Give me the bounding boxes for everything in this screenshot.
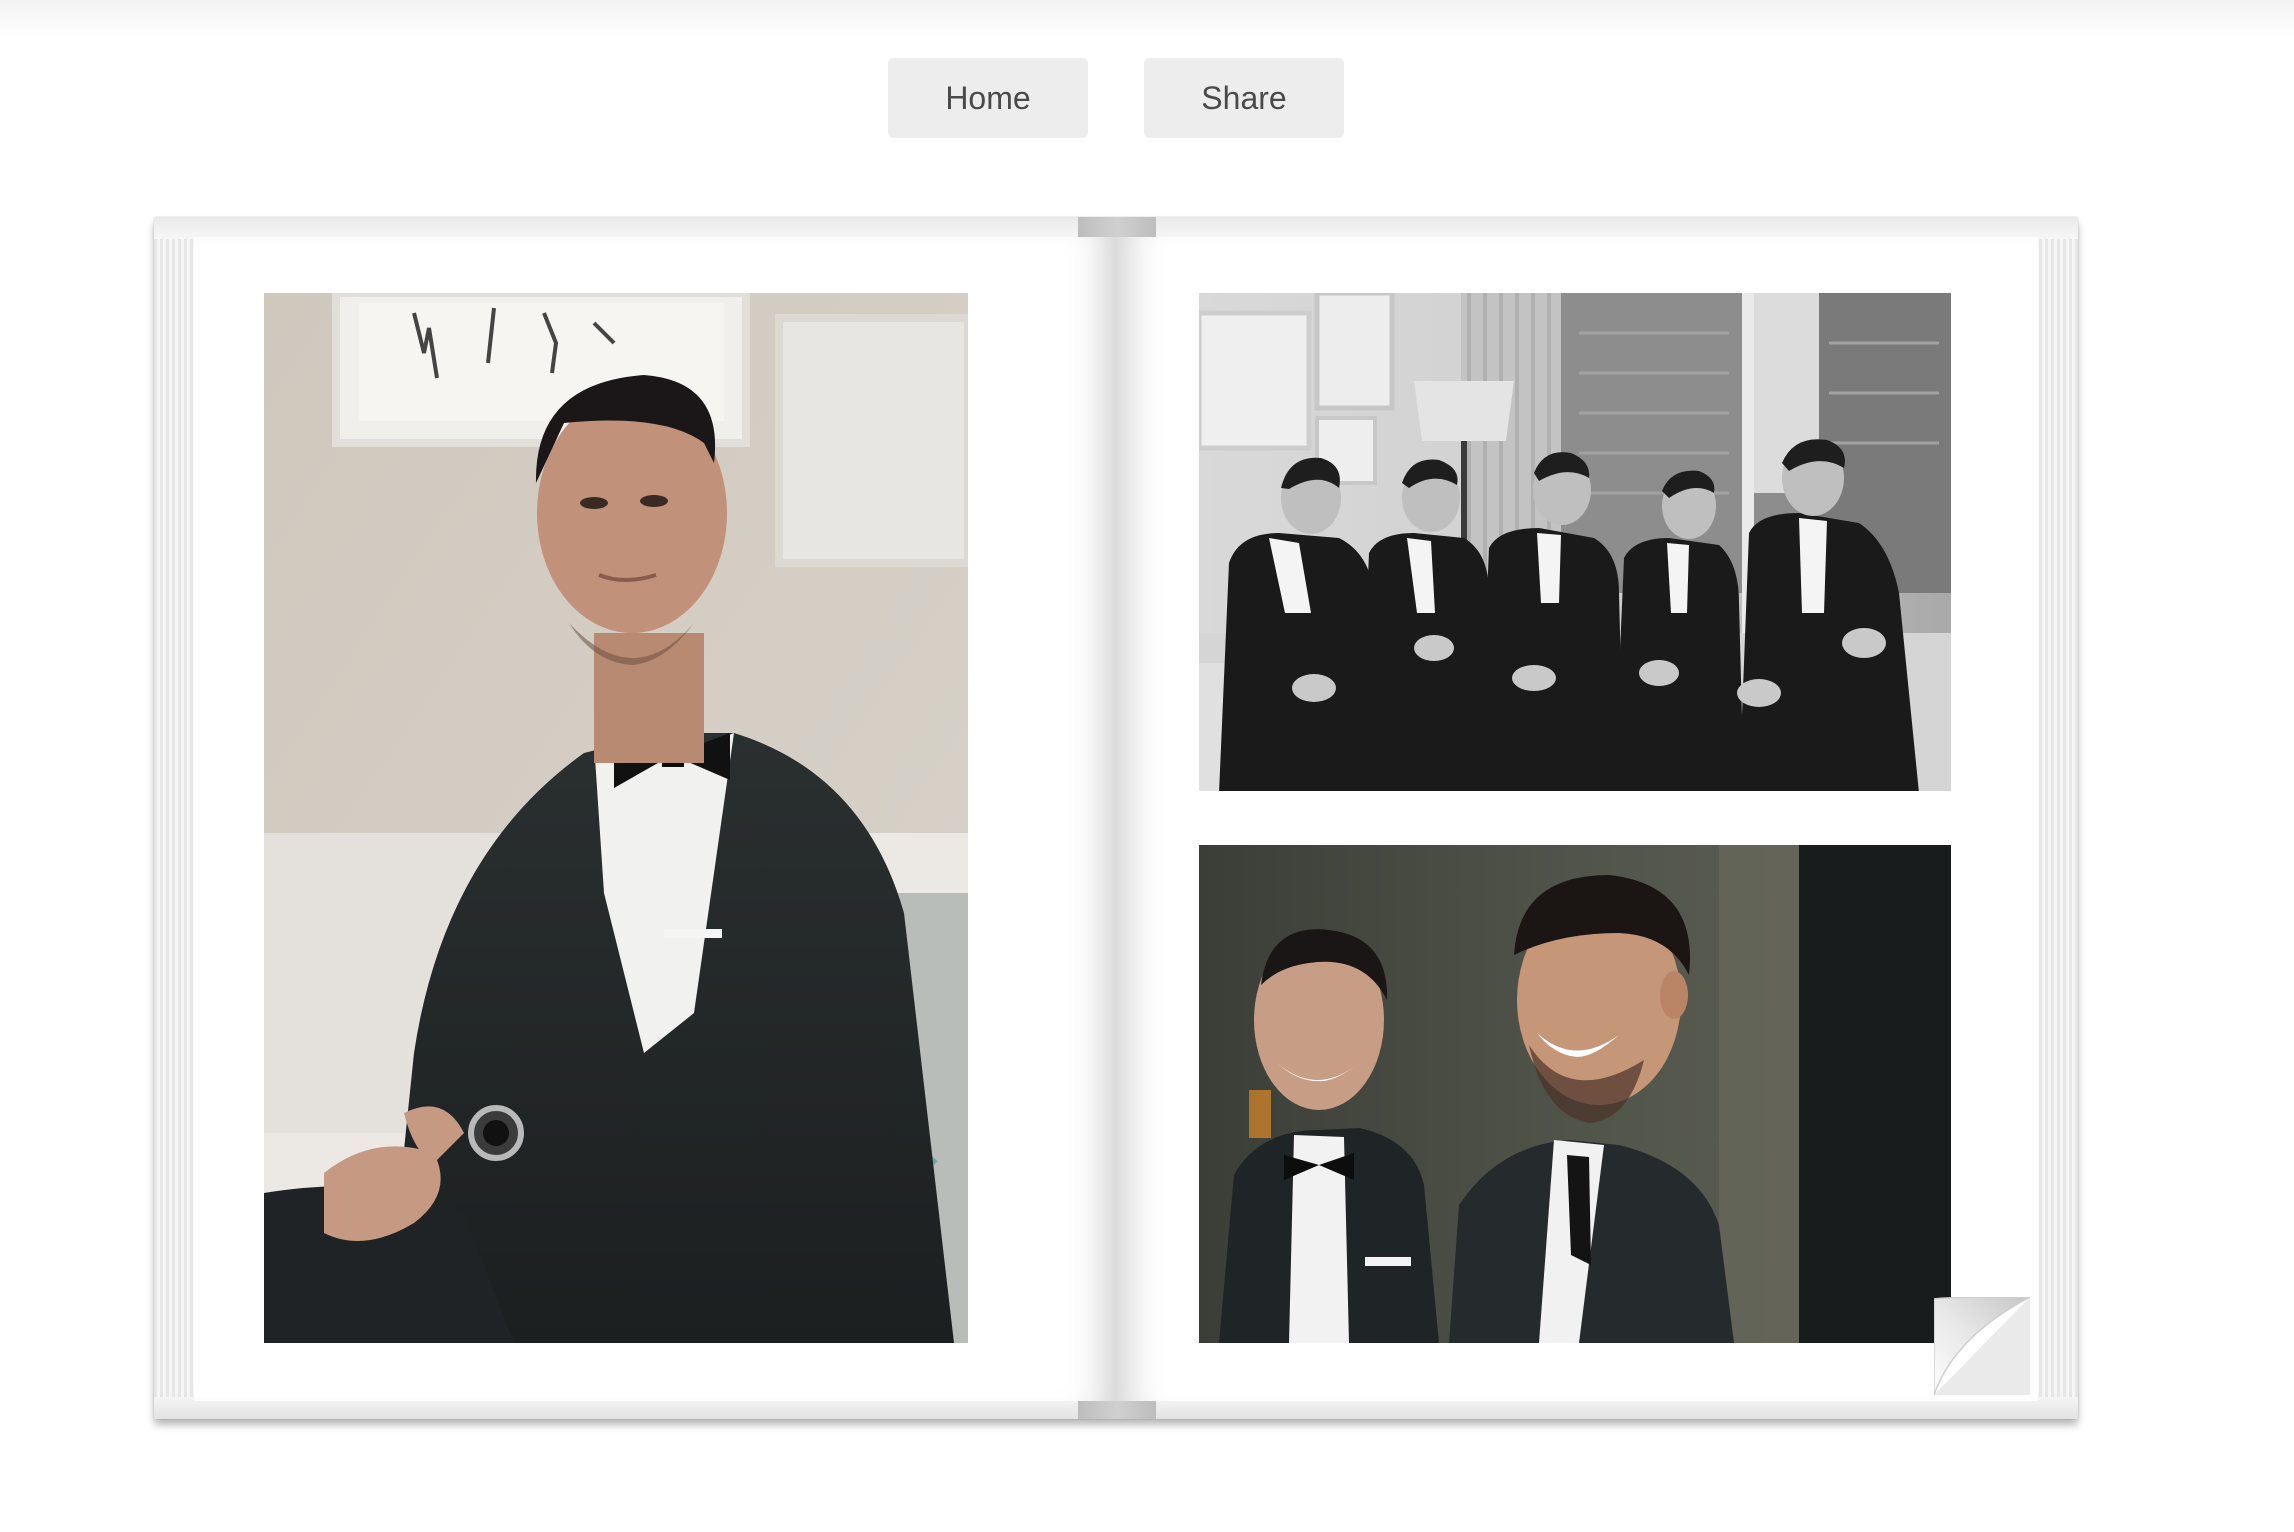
photo-groom-portrait[interactable] bbox=[264, 293, 968, 1343]
two-men-image bbox=[1199, 845, 1951, 1343]
photo-groomsmen-group[interactable] bbox=[1199, 293, 1951, 791]
share-button[interactable]: Share bbox=[1144, 58, 1344, 138]
groomsmen-image bbox=[1199, 293, 1951, 791]
photo-two-men-laughing[interactable] bbox=[1199, 845, 1951, 1343]
top-bar bbox=[0, 0, 2294, 38]
home-button[interactable]: Home bbox=[888, 58, 1088, 138]
groom-portrait-image bbox=[264, 293, 968, 1343]
page-stack-left-edge bbox=[154, 239, 194, 1397]
page-stack-right-edge bbox=[2038, 239, 2078, 1397]
page-curl-icon[interactable] bbox=[1934, 1297, 2030, 1395]
